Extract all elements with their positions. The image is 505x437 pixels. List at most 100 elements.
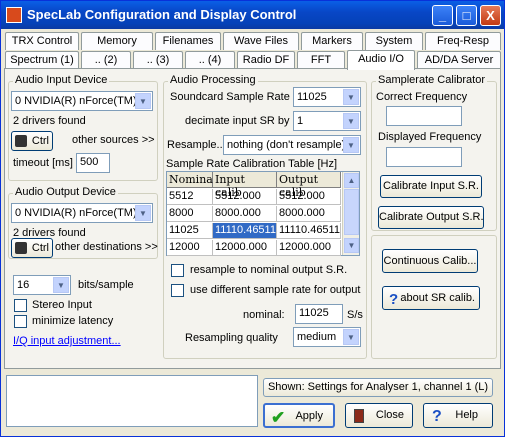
table-cell[interactable]: 8000 [167,206,213,222]
tab-fft[interactable]: FFT [297,51,345,69]
quality-value: medium [297,331,337,343]
checkmark-icon: ✔ [271,408,286,427]
resample-select[interactable]: nothing (don't resample) ▼ [223,135,361,155]
output-ctrl-button[interactable]: Ctrl [11,238,53,258]
chevron-down-icon: ▼ [343,137,359,153]
apply-button[interactable]: ✔ Apply [263,403,335,428]
scroll-thumb[interactable] [344,189,359,235]
correct-frequency-input[interactable] [386,106,462,126]
tab-radio-df[interactable]: Radio DF [237,51,295,69]
tab-memory[interactable]: Memory [81,32,153,50]
minimize-latency-label: minimize latency [32,315,114,327]
bits-value: 16 [17,279,30,291]
minimize-latency-checkbox[interactable] [14,315,27,328]
calibrate-input-button[interactable]: Calibrate Input S.R. [380,175,482,198]
calib-header-nominal: Nominal [167,172,217,188]
calib-table-label: Sample Rate Calibration Table [Hz] [166,158,337,170]
about-sr-calib-label: about SR calib. [400,292,475,304]
help-label: Help [455,409,478,421]
displayed-frequency-label: Displayed Frequency [378,131,482,143]
tab-markers[interactable]: Markers [301,32,363,50]
sample-rate-label: Soundcard Sample Rate [170,91,290,103]
apply-label: Apply [295,410,323,422]
output-device-value: 0 NVIDIA(R) nForce(TM) Au [15,207,135,219]
tab-wave-files[interactable]: Wave Files [223,32,299,50]
quality-select[interactable]: medium ▼ [293,327,361,347]
nominal-unit: S/s [347,309,363,321]
decimate-value: 1 [297,115,304,127]
table-cell[interactable]: 8000.000 [213,206,277,222]
table-cell[interactable]: 5512.000 [277,189,341,205]
calibrate-output-button[interactable]: Calibrate Output S.R. [378,206,484,229]
scroll-up-icon[interactable]: ▲ [344,173,359,188]
displayed-frequency-input[interactable] [386,147,462,167]
door-icon [354,409,364,423]
title-bar: SpecLab Configuration and Display Contro… [1,1,504,29]
tab-system[interactable]: System [365,32,423,50]
help-icon: ? [432,408,442,425]
help-button[interactable]: ? Help [423,403,493,428]
tab-spectrum-1[interactable]: Spectrum (1) [5,51,79,69]
app-icon [6,7,22,23]
tab-audio-io[interactable]: Audio I/O [347,50,415,70]
table-cell-selected[interactable]: 11110.46511 [213,223,277,239]
help-icon: ? [389,291,399,308]
stereo-label: Stereo Input [32,299,92,311]
input-ctrl-button[interactable]: Ctrl [11,131,53,151]
config-window: SpecLab Configuration and Display Contro… [0,0,505,437]
sample-rate-select[interactable]: 11025 ▼ [293,87,361,107]
window-title: SpecLab Configuration and Display Contro… [27,7,297,22]
calibrator-group-label: Samplerate Calibrator [376,74,487,86]
output-device-select[interactable]: 0 NVIDIA(R) nForce(TM) Au ▼ [11,203,153,223]
table-cell[interactable]: 5512 [167,189,213,205]
decimate-label: decimate input SR by [185,115,290,127]
resample-value: nothing (don't resample) [227,139,343,151]
maximize-button[interactable]: □ [456,5,477,26]
speaker-icon [15,135,27,147]
audio-output-group-label: Audio Output Device [13,186,118,198]
resample-nominal-checkbox[interactable] [171,264,184,277]
close-button[interactable]: Close [345,403,413,428]
scroll-down-icon[interactable]: ▼ [344,238,359,253]
tab-filenames[interactable]: Filenames [155,32,221,50]
calib-header-input: Input calib [213,172,277,199]
about-sr-calib-button[interactable]: ? about SR calib. [382,286,480,310]
input-device-value: 0 NVIDIA(R) nForce(TM) Au [15,95,135,107]
stereo-checkbox[interactable] [14,299,27,312]
audio-input-group-label: Audio Input Device [13,74,110,86]
tab-spectrum-2[interactable]: .. (2) [81,51,131,69]
table-scrollbar[interactable]: ▲ ▼ [342,172,359,255]
timeout-label: timeout [ms] [13,157,73,169]
other-sources-link[interactable]: other sources >> [72,134,155,146]
table-cell[interactable]: 12000 [167,240,213,256]
bits-select[interactable]: 16 ▼ [13,275,71,295]
other-destinations-link[interactable]: other destinations >> [55,241,158,253]
chevron-down-icon: ▼ [135,205,151,221]
tab-spectrum-3[interactable]: .. (3) [133,51,183,69]
table-cell[interactable]: 8000.000 [277,206,341,222]
timeout-input[interactable]: 500 [76,153,110,173]
iq-adjustment-link[interactable]: I/Q input adjustment... [13,335,121,347]
input-ctrl-label: Ctrl [31,135,49,147]
shown-settings-label[interactable]: Shown: Settings for Analyser 1, channel … [263,378,493,397]
table-cell[interactable]: 11025 [167,223,213,239]
table-cell[interactable]: 11110.46511 [277,223,341,239]
tab-trx-control[interactable]: TRX Control [5,32,79,50]
nominal-input[interactable]: 11025 [295,304,343,324]
table-cell[interactable]: 12000.000 [213,240,277,256]
decimate-select[interactable]: 1 ▼ [293,111,361,131]
table-cell[interactable]: 5512.000 [213,189,277,205]
minimize-button[interactable]: _ [432,5,453,26]
nominal-label: nominal: [243,309,285,321]
tab-freq-resp[interactable]: Freq-Resp [425,32,501,50]
correct-frequency-label: Correct Frequency [376,91,468,103]
table-cell[interactable]: 12000.000 [277,240,341,256]
close-window-button[interactable]: X [480,5,501,26]
continuous-calib-button[interactable]: Continuous Calib... [382,249,478,273]
bits-label: bits/sample [78,279,134,291]
tab-adda-server[interactable]: AD/DA Server [417,51,501,69]
different-sr-checkbox[interactable] [171,284,184,297]
speaker-icon [15,242,27,254]
tab-spectrum-4[interactable]: .. (4) [185,51,235,69]
input-device-select[interactable]: 0 NVIDIA(R) nForce(TM) Au ▼ [11,91,153,111]
